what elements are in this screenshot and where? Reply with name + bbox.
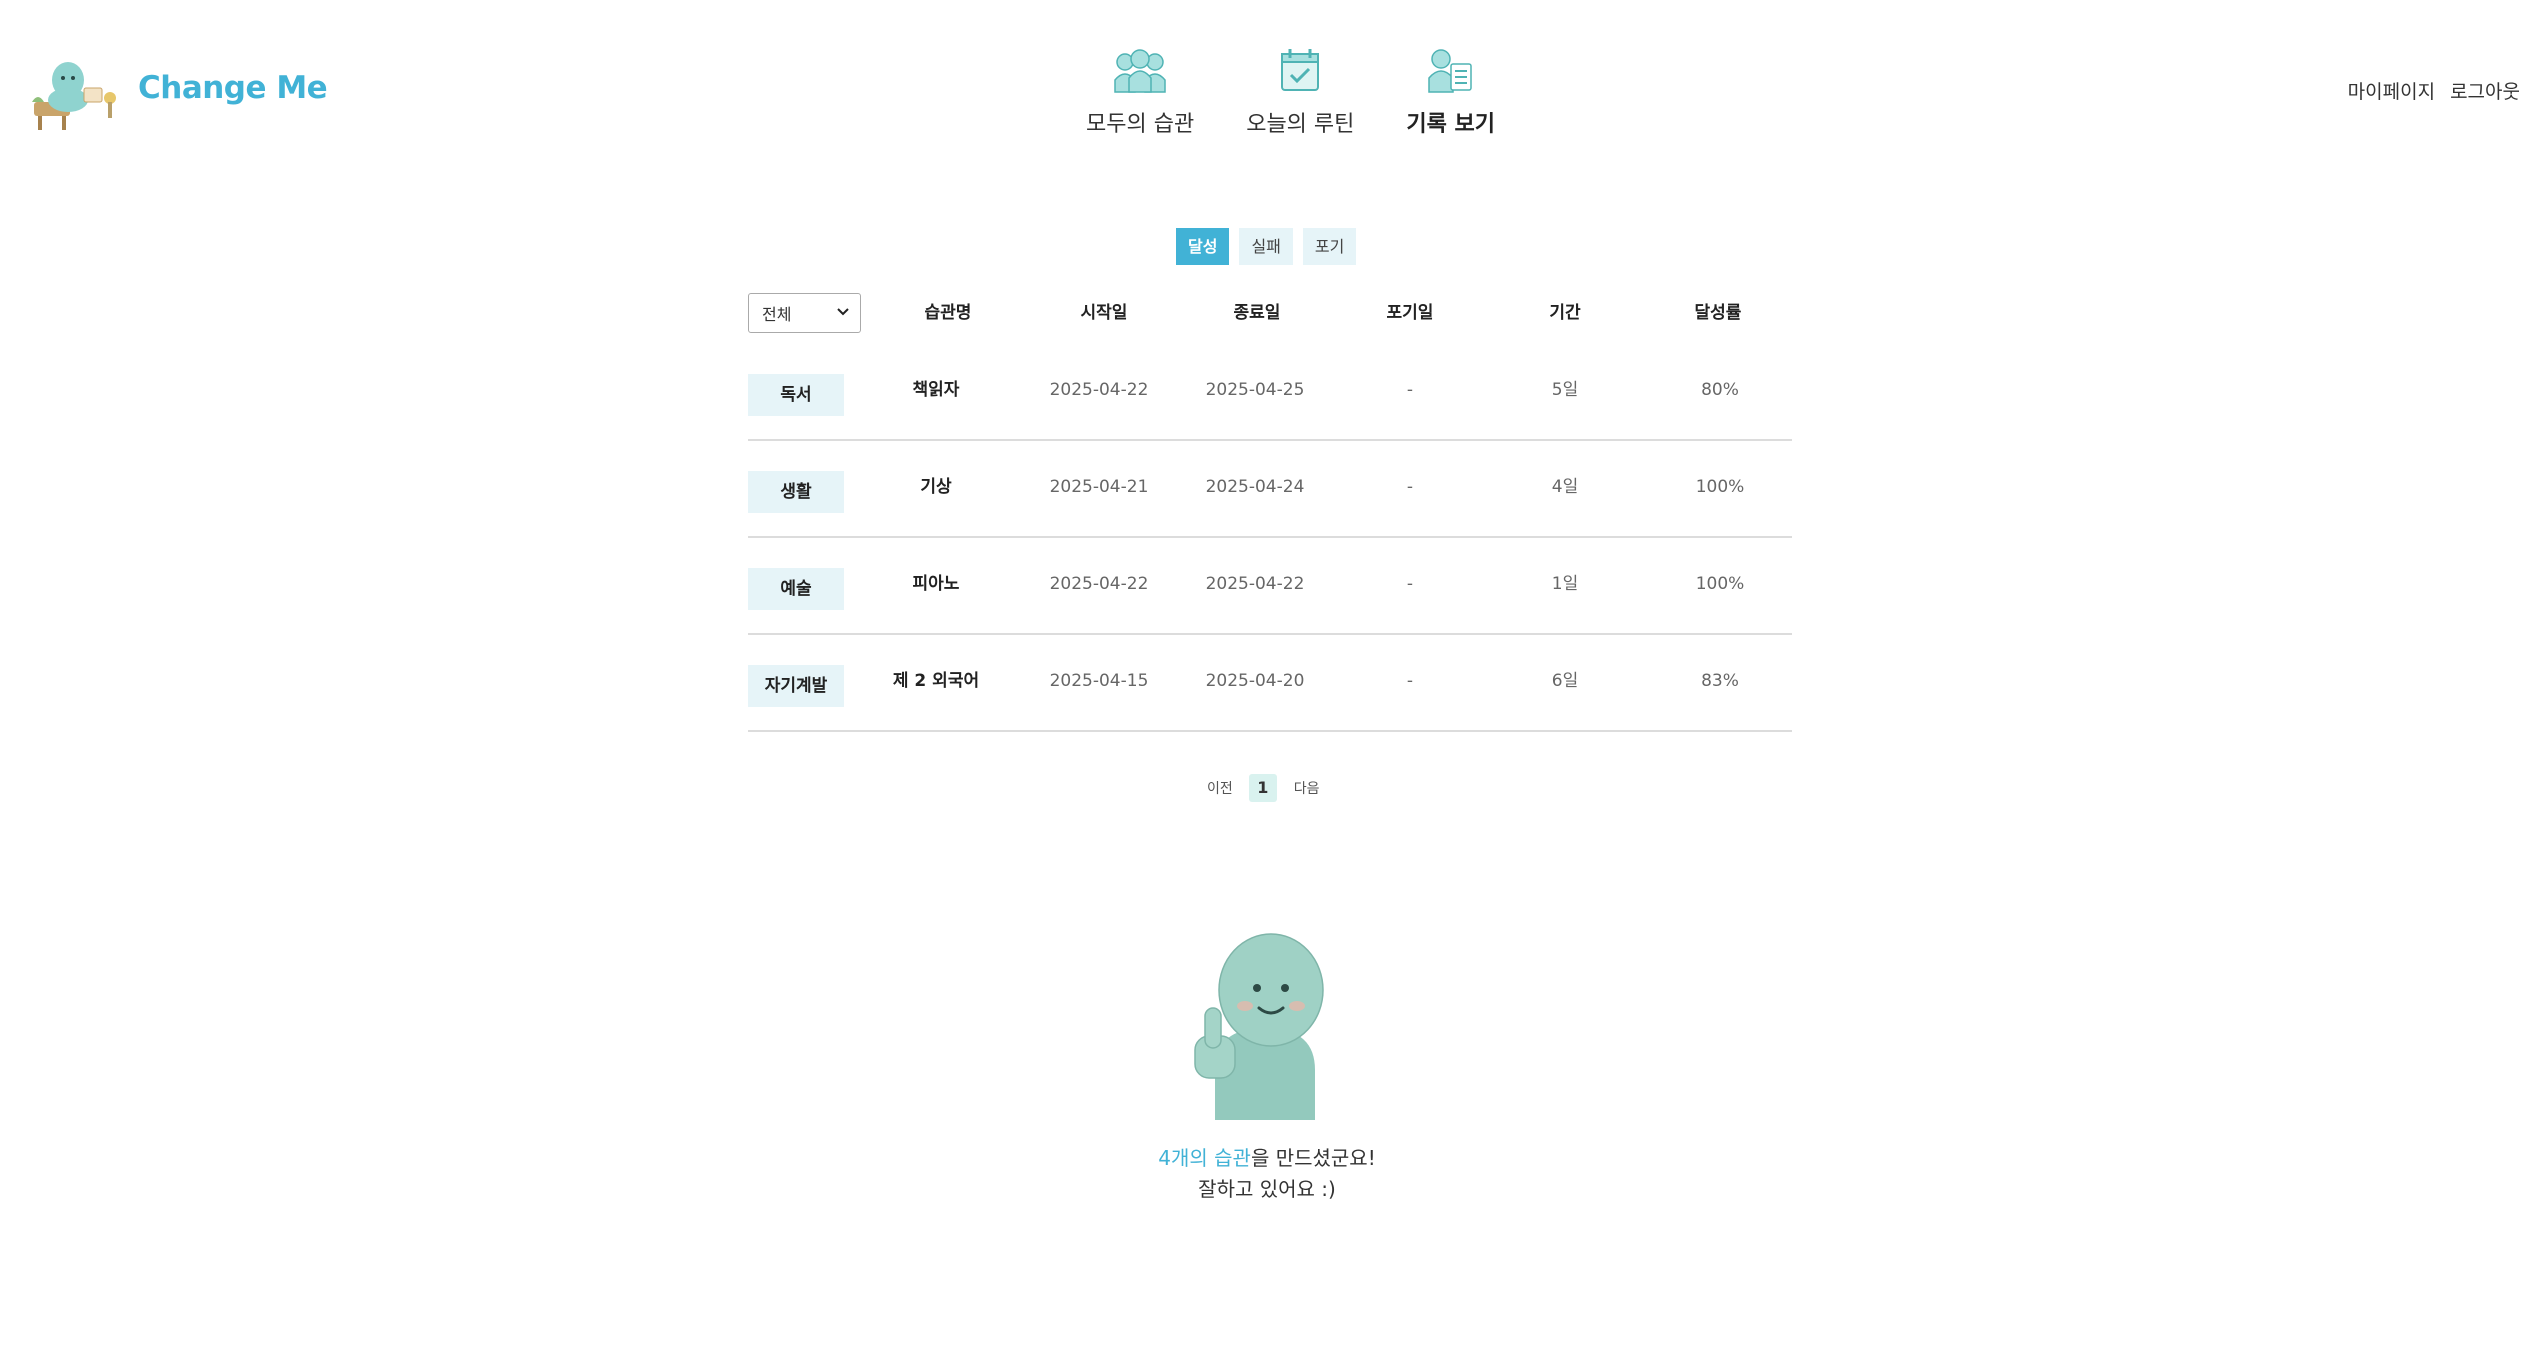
user-menu: 마이페이지 로그아웃	[2333, 77, 2520, 104]
record-list-icon	[1427, 49, 1472, 93]
start-date: 2025-04-22	[1049, 380, 1149, 400]
thumbs-up-mascot-illustration	[1173, 928, 1348, 1120]
nav-label: 기록 보기	[1406, 112, 1496, 137]
giveup-date: -	[1406, 671, 1414, 691]
next-page-button[interactable]: 다음	[1294, 778, 1320, 798]
header-end: 종료일	[1233, 303, 1281, 323]
start-date: 2025-04-22	[1049, 574, 1149, 594]
giveup-date: -	[1406, 477, 1414, 497]
header-start: 시작일	[1080, 303, 1128, 323]
tab-failed[interactable]: 실패	[1239, 228, 1293, 265]
achievement-rate: 83%	[1701, 671, 1739, 691]
period: 5일	[1551, 380, 1579, 400]
period: 1일	[1551, 574, 1579, 594]
end-date: 2025-04-25	[1205, 380, 1305, 400]
end-date: 2025-04-24	[1205, 477, 1305, 497]
pagination: 이전 1 다음	[1207, 774, 1320, 802]
encouragement-message: 잘하고 있어요 :)	[1198, 1177, 1336, 1201]
table-header: 전체 습관명 시작일 종료일 포기일 기간 달성률	[748, 293, 1792, 333]
brand-name: Change Me	[138, 70, 328, 106]
table-row[interactable]: 자기계발 제 2 외국어 2025-04-15 2025-04-20 - 6일 …	[748, 633, 1792, 732]
nav-label: 모두의 습관	[1086, 112, 1195, 137]
category-badge: 생활	[748, 471, 844, 513]
nav-records[interactable]: 기록 보기	[1406, 46, 1495, 138]
habit-name: 기상	[920, 477, 952, 497]
summary-message-rest: 을 만드셨군요!	[1250, 1146, 1376, 1170]
category-badge: 자기계발	[748, 665, 844, 707]
achievement-rate: 80%	[1701, 380, 1739, 400]
page-1-button[interactable]: 1	[1248, 774, 1277, 802]
table-row[interactable]: 독서 책읽자 2025-04-22 2025-04-25 - 5일 80%	[748, 342, 1792, 441]
category-badge: 독서	[748, 374, 844, 416]
table-row[interactable]: 생활 기상 2025-04-21 2025-04-24 - 4일 100%	[748, 439, 1792, 538]
end-date: 2025-04-22	[1205, 574, 1305, 594]
prev-page-button[interactable]: 이전	[1207, 778, 1233, 798]
logo[interactable]: Change Me	[30, 44, 328, 132]
period: 6일	[1551, 671, 1579, 691]
start-date: 2025-04-15	[1049, 671, 1149, 691]
habit-name: 피아노	[912, 574, 960, 594]
habit-name: 책읽자	[912, 380, 960, 400]
status-tabs: 달성 실패 포기	[1176, 228, 1366, 265]
habit-name: 제 2 외국어	[892, 671, 980, 691]
group-icon	[1114, 49, 1166, 93]
start-date: 2025-04-21	[1049, 477, 1149, 497]
table-row[interactable]: 예술 피아노 2025-04-22 2025-04-22 - 1일 100%	[748, 536, 1792, 635]
nav-label: 오늘의 루틴	[1246, 112, 1355, 137]
header-rate: 달성률	[1694, 303, 1742, 323]
category-badge: 예술	[748, 568, 844, 610]
achievement-rate: 100%	[1695, 574, 1745, 594]
tab-achieved[interactable]: 달성	[1176, 228, 1230, 265]
period: 4일	[1551, 477, 1579, 497]
giveup-date: -	[1406, 574, 1414, 594]
nav-today-routine[interactable]: 오늘의 루틴	[1246, 46, 1354, 138]
filter-value: 전체	[762, 305, 792, 324]
habit-record-table: 전체 습관명 시작일 종료일 포기일 기간 달성률 독서 책읽자 2025-04…	[748, 293, 1792, 732]
logout-link[interactable]: 로그아웃	[2450, 77, 2520, 104]
mypage-link[interactable]: 마이페이지	[2348, 77, 2435, 104]
category-filter-select[interactable]: 전체	[748, 293, 861, 333]
end-date: 2025-04-20	[1205, 671, 1305, 691]
mascot-logo-icon	[32, 62, 116, 130]
habit-count-highlight: 4개의 습관	[1158, 1146, 1251, 1170]
achievement-rate: 100%	[1695, 477, 1745, 497]
giveup-date: -	[1406, 380, 1414, 400]
chevron-down-icon	[837, 308, 849, 316]
header-period: 기간	[1549, 303, 1581, 323]
calendar-check-icon	[1281, 49, 1320, 91]
tab-gave-up[interactable]: 포기	[1302, 228, 1357, 265]
header-giveup: 포기일	[1386, 303, 1434, 323]
nav-all-habits[interactable]: 모두의 습관	[1086, 46, 1194, 138]
header-name: 습관명	[924, 303, 972, 323]
main-nav: 모두의 습관 오늘의 루틴 기록 보기	[1086, 46, 1495, 138]
summary-message: 4개의 습관을 만드셨군요!	[0, 1142, 2534, 1171]
